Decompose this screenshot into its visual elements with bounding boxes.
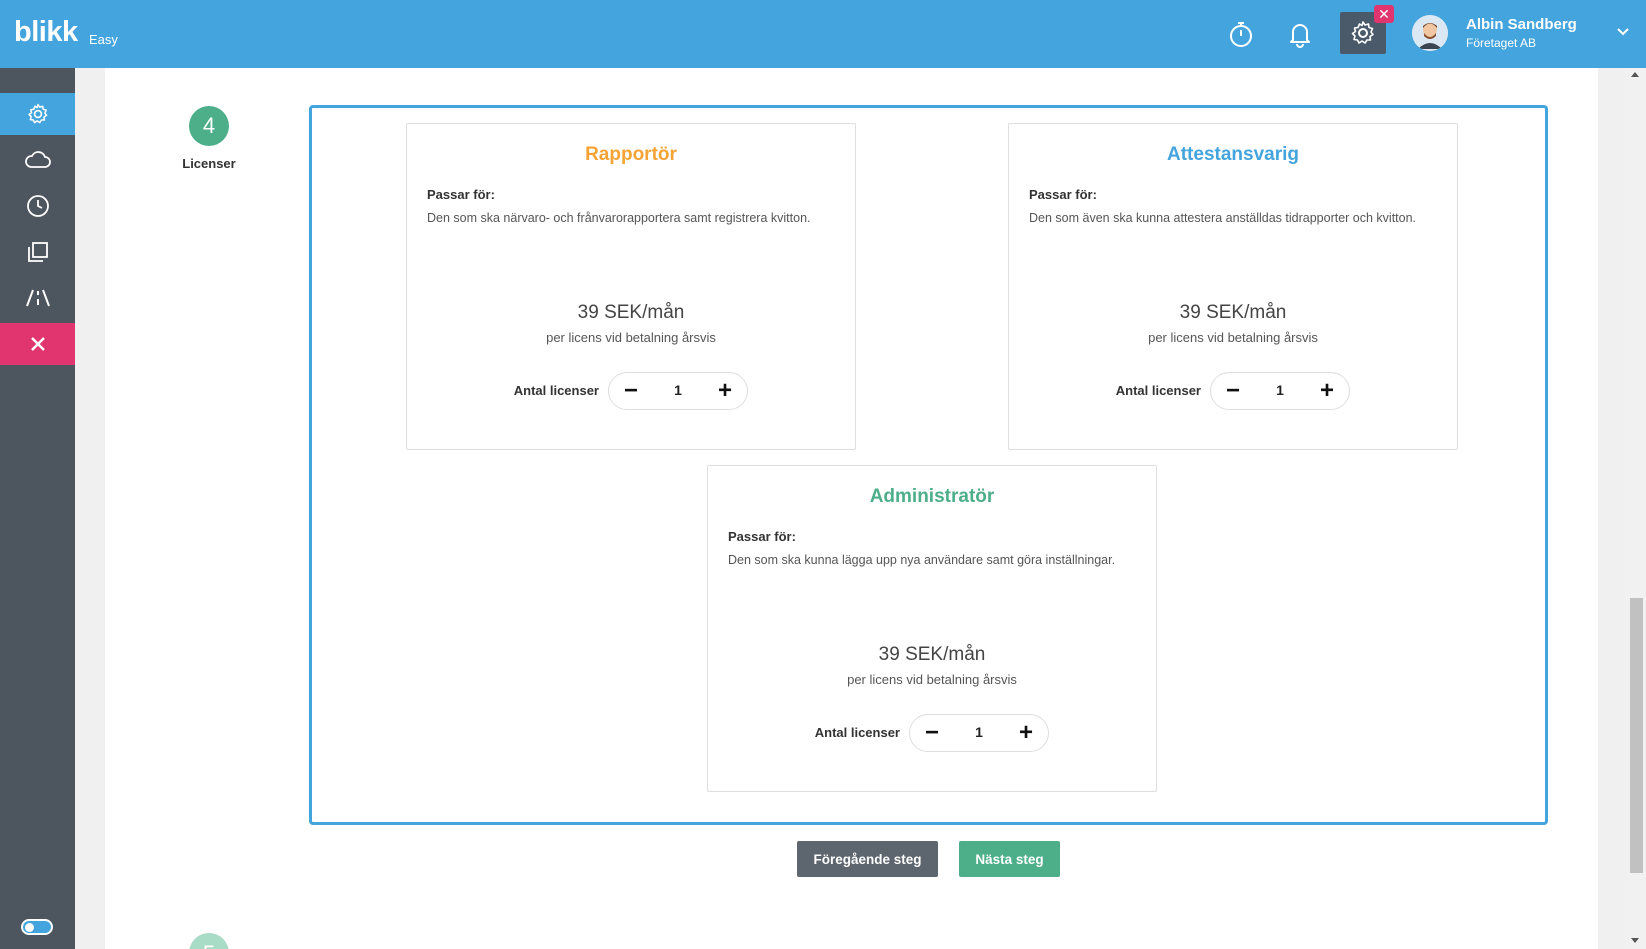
- card-title: Rapportör: [585, 144, 677, 165]
- sidebar-item-documents[interactable]: [0, 231, 75, 273]
- quantity-stepper: − 1 +: [1210, 372, 1350, 410]
- card-price: 39 SEK/mån: [577, 302, 685, 323]
- license-card-attestansvarig: Attestansvarig Passar för: Den som även …: [1008, 123, 1458, 450]
- scrollbar-thumb[interactable]: [1630, 598, 1643, 873]
- sidebar-item-time[interactable]: [0, 185, 75, 227]
- license-card-administrator: Administratör Passar för: Den som ska ku…: [707, 465, 1157, 792]
- avatar[interactable]: [1412, 15, 1448, 51]
- app-logo[interactable]: blikk: [14, 16, 78, 49]
- sidebar-item-close[interactable]: [0, 323, 75, 365]
- license-count-label: Antal licenser: [814, 725, 900, 740]
- license-count-label: Antal licenser: [1115, 383, 1201, 398]
- app-logo-sub: Easy: [89, 32, 118, 47]
- license-count-label: Antal licenser: [513, 383, 599, 398]
- card-price: 39 SEK/mån: [878, 644, 986, 665]
- chevron-down-icon[interactable]: [1616, 24, 1630, 42]
- card-price: 39 SEK/mån: [1179, 302, 1287, 323]
- settings-close-badge[interactable]: ✕: [1374, 5, 1394, 23]
- sidebar-item-trips[interactable]: [0, 277, 75, 319]
- card-description: Den som ska kunna lägga upp nya användar…: [728, 553, 1116, 567]
- sidebar-item-cloud[interactable]: [0, 139, 75, 181]
- card-price-sub: per licens vid betalning årsvis: [847, 672, 1017, 687]
- step-label: Licenser: [182, 156, 236, 171]
- card-price-sub: per licens vid betalning årsvis: [546, 330, 716, 345]
- increment-button[interactable]: +: [711, 377, 739, 405]
- increment-button[interactable]: +: [1313, 377, 1341, 405]
- user-company: Företaget AB: [1466, 36, 1537, 50]
- decrement-button[interactable]: −: [617, 377, 645, 405]
- top-bar: blikk Easy ✕ Albin Sandberg Företaget AB: [0, 0, 1646, 68]
- card-passar-label: Passar för:: [427, 187, 495, 202]
- card-passar-label: Passar för:: [1029, 187, 1097, 202]
- quantity-value[interactable]: 1: [1251, 382, 1309, 398]
- license-card-rapportor: Rapportör Passar för: Den som ska närvar…: [406, 123, 856, 450]
- quantity-stepper: − 1 +: [608, 372, 748, 410]
- increment-button[interactable]: +: [1012, 719, 1040, 747]
- previous-step-button[interactable]: Föregående steg: [797, 841, 938, 877]
- card-title: Administratör: [869, 486, 995, 507]
- cloud-icon: [24, 151, 51, 168]
- scroll-up-arrow[interactable]: [1631, 72, 1639, 77]
- next-step-button[interactable]: Nästa steg: [959, 841, 1060, 877]
- quantity-stepper: − 1 +: [909, 714, 1049, 752]
- sidebar-item-settings[interactable]: [0, 93, 75, 135]
- quantity-value[interactable]: 1: [649, 382, 707, 398]
- decrement-button[interactable]: −: [1219, 377, 1247, 405]
- scroll-down-arrow[interactable]: [1631, 938, 1639, 943]
- bell-icon[interactable]: [1280, 14, 1320, 54]
- clock-icon: [26, 195, 49, 217]
- sidebar: [0, 68, 75, 949]
- toggle-knob: [25, 923, 34, 932]
- card-title: Attestansvarig: [1167, 144, 1299, 165]
- user-name[interactable]: Albin Sandberg: [1466, 16, 1577, 33]
- step-number: 4: [189, 106, 229, 146]
- card-description: Den som även ska kunna attestera anställ…: [1029, 211, 1417, 225]
- decrement-button[interactable]: −: [918, 719, 946, 747]
- sidebar-toggle[interactable]: [21, 919, 53, 935]
- card-passar-label: Passar för:: [728, 529, 796, 544]
- card-description: Den som ska närvaro- och frånvarorapport…: [427, 211, 811, 225]
- road-icon: [25, 289, 50, 307]
- copy-icon: [27, 242, 48, 262]
- quantity-value[interactable]: 1: [950, 724, 1008, 740]
- license-frame: Rapportör Passar för: Den som ska närvar…: [309, 105, 1548, 825]
- close-icon: [30, 337, 45, 351]
- gear-icon: [27, 103, 47, 124]
- card-price-sub: per licens vid betalning årsvis: [1148, 330, 1318, 345]
- stopwatch-icon[interactable]: [1221, 14, 1261, 54]
- gear-icon: [1351, 21, 1374, 44]
